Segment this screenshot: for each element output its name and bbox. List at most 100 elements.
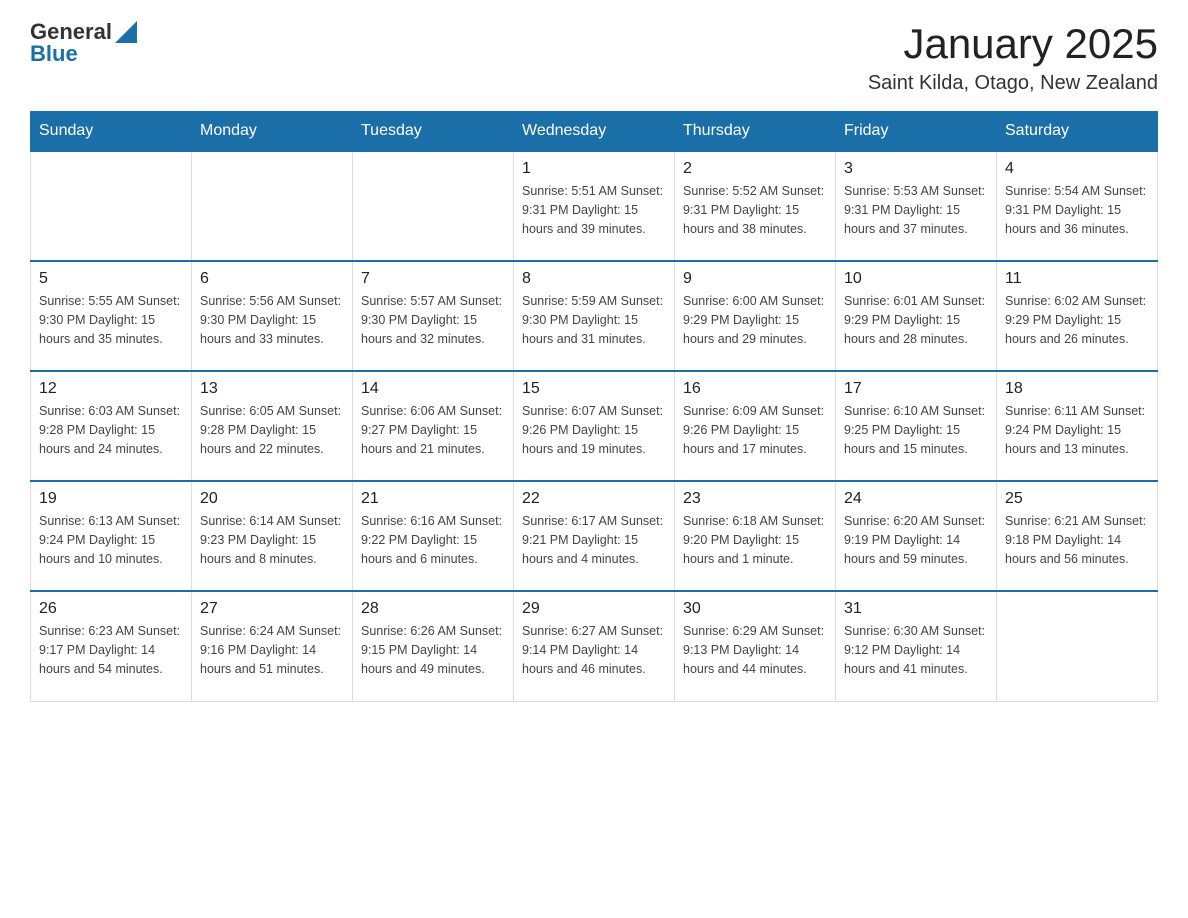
day-number: 5 bbox=[39, 270, 183, 288]
day-number: 18 bbox=[1005, 380, 1149, 398]
calendar-cell: 14 Sunrise: 6:06 AM Sunset: 9:27 PM Dayli… bbox=[353, 371, 514, 481]
day-info: Sunrise: 5:57 AM Sunset: 9:30 PM Dayligh… bbox=[361, 292, 505, 348]
calendar-cell: 19 Sunrise: 6:13 AM Sunset: 9:24 PM Dayli… bbox=[31, 481, 192, 591]
day-info: Sunrise: 6:20 AM Sunset: 9:19 PM Dayligh… bbox=[844, 512, 988, 568]
calendar-cell: 11 Sunrise: 6:02 AM Sunset: 9:29 PM Dayli… bbox=[997, 261, 1158, 371]
calendar-header-row: SundayMondayTuesdayWednesdayThursdayFrid… bbox=[31, 112, 1158, 152]
column-header-wednesday: Wednesday bbox=[514, 112, 675, 152]
day-number: 8 bbox=[522, 270, 666, 288]
calendar-cell: 17Sunrise: 6:10 AM Sunset: 9:25 PM Dayli… bbox=[836, 371, 997, 481]
day-info: Sunrise: 6:16 AM Sunset: 9:22 PM Dayligh… bbox=[361, 512, 505, 568]
day-info: Sunrise: 5:56 AM Sunset: 9:30 PM Dayligh… bbox=[200, 292, 344, 348]
day-number: 29 bbox=[522, 600, 666, 618]
day-info: Sunrise: 6:30 AM Sunset: 9:12 PM Dayligh… bbox=[844, 622, 988, 678]
logo: General Blue bbox=[30, 20, 137, 66]
calendar-table: SundayMondayTuesdayWednesdayThursdayFrid… bbox=[30, 111, 1158, 702]
calendar-cell: 2 Sunrise: 5:52 AM Sunset: 9:31 PM Daylig… bbox=[675, 151, 836, 261]
column-header-sunday: Sunday bbox=[31, 112, 192, 152]
calendar-cell: 22Sunrise: 6:17 AM Sunset: 9:21 PM Dayli… bbox=[514, 481, 675, 591]
day-info: Sunrise: 6:02 AM Sunset: 9:29 PM Dayligh… bbox=[1005, 292, 1149, 348]
calendar-week-row: 12Sunrise: 6:03 AM Sunset: 9:28 PM Dayli… bbox=[31, 371, 1158, 481]
calendar-week-row: 5 Sunrise: 5:55 AM Sunset: 9:30 PM Daylig… bbox=[31, 261, 1158, 371]
day-number: 24 bbox=[844, 490, 988, 508]
day-number: 13 bbox=[200, 380, 344, 398]
day-info: Sunrise: 5:53 AM Sunset: 9:31 PM Dayligh… bbox=[844, 182, 988, 238]
day-info: Sunrise: 6:01 AM Sunset: 9:29 PM Dayligh… bbox=[844, 292, 988, 348]
day-info: Sunrise: 5:52 AM Sunset: 9:31 PM Dayligh… bbox=[683, 182, 827, 238]
title-block: January 2025 Saint Kilda, Otago, New Zea… bbox=[868, 20, 1158, 95]
day-info: Sunrise: 6:29 AM Sunset: 9:13 PM Dayligh… bbox=[683, 622, 827, 678]
day-info: Sunrise: 6:10 AM Sunset: 9:25 PM Dayligh… bbox=[844, 402, 988, 458]
day-number: 31 bbox=[844, 600, 988, 618]
calendar-title: January 2025 bbox=[868, 20, 1158, 68]
day-info: Sunrise: 6:26 AM Sunset: 9:15 PM Dayligh… bbox=[361, 622, 505, 678]
calendar-cell: 30 Sunrise: 6:29 AM Sunset: 9:13 PM Dayli… bbox=[675, 591, 836, 701]
calendar-cell: 16Sunrise: 6:09 AM Sunset: 9:26 PM Dayli… bbox=[675, 371, 836, 481]
column-header-thursday: Thursday bbox=[675, 112, 836, 152]
calendar-cell bbox=[353, 151, 514, 261]
calendar-cell: 7 Sunrise: 5:57 AM Sunset: 9:30 PM Daylig… bbox=[353, 261, 514, 371]
calendar-cell: 10 Sunrise: 6:01 AM Sunset: 9:29 PM Dayli… bbox=[836, 261, 997, 371]
calendar-cell: 13Sunrise: 6:05 AM Sunset: 9:28 PM Dayli… bbox=[192, 371, 353, 481]
calendar-cell: 4Sunrise: 5:54 AM Sunset: 9:31 PM Daylig… bbox=[997, 151, 1158, 261]
day-number: 26 bbox=[39, 600, 183, 618]
calendar-cell: 9 Sunrise: 6:00 AM Sunset: 9:29 PM Daylig… bbox=[675, 261, 836, 371]
calendar-cell: 24 Sunrise: 6:20 AM Sunset: 9:19 PM Dayli… bbox=[836, 481, 997, 591]
calendar-cell: 6 Sunrise: 5:56 AM Sunset: 9:30 PM Daylig… bbox=[192, 261, 353, 371]
day-number: 3 bbox=[844, 160, 988, 178]
day-number: 19 bbox=[39, 490, 183, 508]
day-number: 30 bbox=[683, 600, 827, 618]
day-number: 9 bbox=[683, 270, 827, 288]
calendar-cell bbox=[997, 591, 1158, 701]
logo-blue: Blue bbox=[30, 42, 137, 66]
calendar-cell bbox=[192, 151, 353, 261]
day-info: Sunrise: 6:23 AM Sunset: 9:17 PM Dayligh… bbox=[39, 622, 183, 678]
calendar-week-row: 26 Sunrise: 6:23 AM Sunset: 9:17 PM Dayli… bbox=[31, 591, 1158, 701]
calendar-cell bbox=[31, 151, 192, 261]
day-info: Sunrise: 6:13 AM Sunset: 9:24 PM Dayligh… bbox=[39, 512, 183, 568]
calendar-cell: 1 Sunrise: 5:51 AM Sunset: 9:31 PM Daylig… bbox=[514, 151, 675, 261]
day-number: 6 bbox=[200, 270, 344, 288]
calendar-cell: 23 Sunrise: 6:18 AM Sunset: 9:20 PM Dayli… bbox=[675, 481, 836, 591]
column-header-tuesday: Tuesday bbox=[353, 112, 514, 152]
day-info: Sunrise: 5:55 AM Sunset: 9:30 PM Dayligh… bbox=[39, 292, 183, 348]
calendar-cell: 27Sunrise: 6:24 AM Sunset: 9:16 PM Dayli… bbox=[192, 591, 353, 701]
calendar-cell: 29 Sunrise: 6:27 AM Sunset: 9:14 PM Dayli… bbox=[514, 591, 675, 701]
day-number: 21 bbox=[361, 490, 505, 508]
calendar-cell: 5 Sunrise: 5:55 AM Sunset: 9:30 PM Daylig… bbox=[31, 261, 192, 371]
day-info: Sunrise: 6:14 AM Sunset: 9:23 PM Dayligh… bbox=[200, 512, 344, 568]
day-info: Sunrise: 6:24 AM Sunset: 9:16 PM Dayligh… bbox=[200, 622, 344, 678]
day-number: 23 bbox=[683, 490, 827, 508]
calendar-cell: 21 Sunrise: 6:16 AM Sunset: 9:22 PM Dayli… bbox=[353, 481, 514, 591]
day-number: 12 bbox=[39, 380, 183, 398]
day-number: 16 bbox=[683, 380, 827, 398]
day-info: Sunrise: 6:18 AM Sunset: 9:20 PM Dayligh… bbox=[683, 512, 827, 568]
page-header: General Blue January 2025 Saint Kilda, O… bbox=[30, 20, 1158, 95]
day-info: Sunrise: 6:07 AM Sunset: 9:26 PM Dayligh… bbox=[522, 402, 666, 458]
day-info: Sunrise: 5:51 AM Sunset: 9:31 PM Dayligh… bbox=[522, 182, 666, 238]
day-number: 14 bbox=[361, 380, 505, 398]
calendar-cell: 8Sunrise: 5:59 AM Sunset: 9:30 PM Daylig… bbox=[514, 261, 675, 371]
calendar-subtitle: Saint Kilda, Otago, New Zealand bbox=[868, 72, 1158, 95]
day-info: Sunrise: 6:06 AM Sunset: 9:27 PM Dayligh… bbox=[361, 402, 505, 458]
calendar-cell: 28Sunrise: 6:26 AM Sunset: 9:15 PM Dayli… bbox=[353, 591, 514, 701]
day-number: 1 bbox=[522, 160, 666, 178]
logo-triangle-icon bbox=[115, 21, 137, 43]
day-number: 22 bbox=[522, 490, 666, 508]
calendar-cell: 20 Sunrise: 6:14 AM Sunset: 9:23 PM Dayli… bbox=[192, 481, 353, 591]
day-info: Sunrise: 6:27 AM Sunset: 9:14 PM Dayligh… bbox=[522, 622, 666, 678]
day-number: 10 bbox=[844, 270, 988, 288]
calendar-cell: 15Sunrise: 6:07 AM Sunset: 9:26 PM Dayli… bbox=[514, 371, 675, 481]
day-info: Sunrise: 6:00 AM Sunset: 9:29 PM Dayligh… bbox=[683, 292, 827, 348]
day-number: 11 bbox=[1005, 270, 1149, 288]
calendar-cell: 12Sunrise: 6:03 AM Sunset: 9:28 PM Dayli… bbox=[31, 371, 192, 481]
calendar-cell: 3 Sunrise: 5:53 AM Sunset: 9:31 PM Daylig… bbox=[836, 151, 997, 261]
day-number: 4 bbox=[1005, 160, 1149, 178]
day-number: 7 bbox=[361, 270, 505, 288]
column-header-monday: Monday bbox=[192, 112, 353, 152]
calendar-cell: 31 Sunrise: 6:30 AM Sunset: 9:12 PM Dayli… bbox=[836, 591, 997, 701]
column-header-saturday: Saturday bbox=[997, 112, 1158, 152]
day-number: 20 bbox=[200, 490, 344, 508]
day-number: 2 bbox=[683, 160, 827, 178]
day-number: 25 bbox=[1005, 490, 1149, 508]
